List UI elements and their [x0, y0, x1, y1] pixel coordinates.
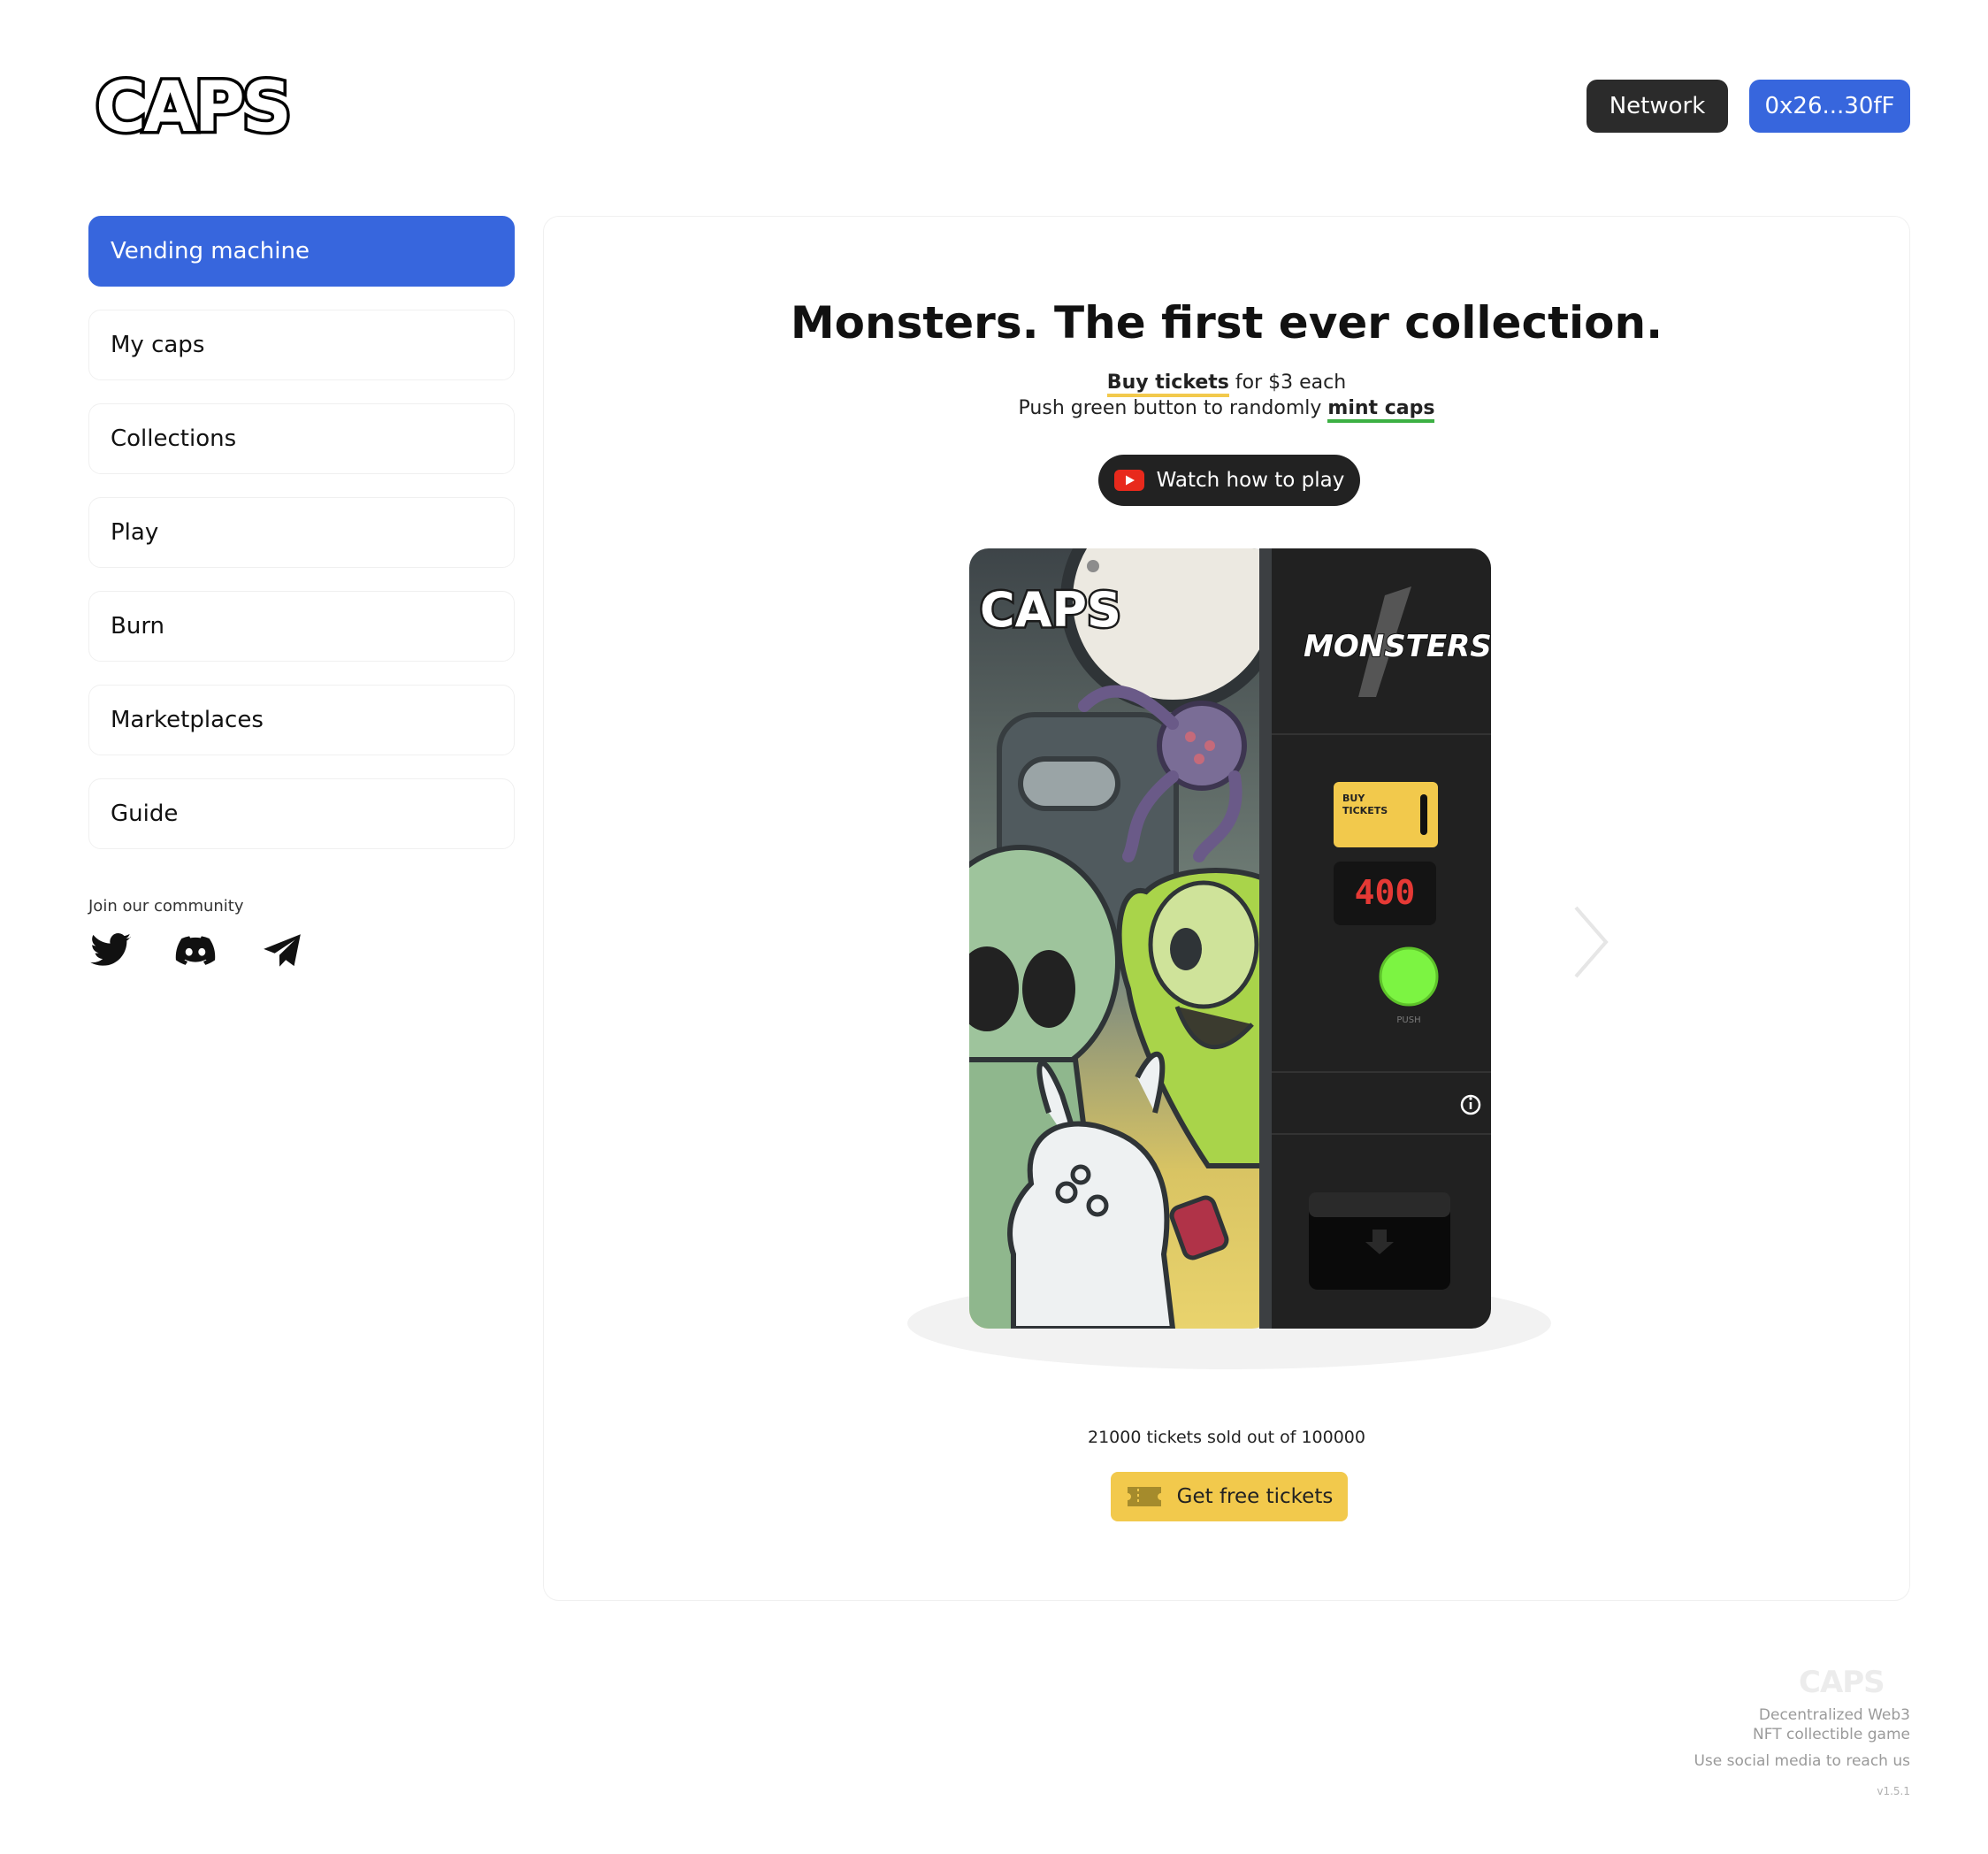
sidebar-item-label: Marketplaces	[111, 707, 264, 733]
mint-caps-link[interactable]: mint caps	[1327, 397, 1435, 423]
push-button	[1379, 946, 1439, 1007]
caps-logo[interactable]: CAPS	[88, 67, 363, 147]
telegram-icon[interactable]	[260, 929, 304, 973]
machine-brand-text: CAPS	[980, 582, 1121, 638]
youtube-icon	[1113, 470, 1144, 491]
sidebar-item-collections[interactable]: Collections	[88, 403, 515, 474]
sidebar-item-marketplaces[interactable]: Marketplaces	[88, 685, 515, 755]
sidebar-item-vending-machine[interactable]: Vending machine	[88, 216, 515, 287]
sidebar-item-my-caps[interactable]: My caps	[88, 310, 515, 380]
get-free-tickets-button[interactable]: Get free tickets	[1111, 1472, 1348, 1521]
sidebar-item-guide[interactable]: Guide	[88, 778, 515, 849]
watch-how-to-play-button[interactable]: Watch how to play	[1098, 455, 1360, 506]
buy-tickets-link[interactable]: Buy tickets	[1106, 372, 1229, 397]
footer-tagline-2: NFT collectible game	[1753, 1726, 1910, 1743]
footer-tagline-1: Decentralized Web3	[1758, 1706, 1910, 1724]
sidebar-item-label: Play	[111, 519, 159, 546]
price-text: for $3 each	[1228, 372, 1347, 394]
vending-machine: CAPS MONSTERS BUY TICKETS 400 PUSH	[907, 548, 1551, 1369]
svg-text:CAPS: CAPS	[96, 68, 289, 147]
machine-collection-text: MONSTERS	[1304, 629, 1492, 664]
svg-text:TICKETS: TICKETS	[1342, 805, 1388, 816]
svg-text:BUY: BUY	[1342, 793, 1365, 804]
sidebar-item-label: My caps	[111, 332, 205, 358]
footer-contact: Use social media to reach us	[1694, 1752, 1910, 1770]
footer-tagline: Decentralized Web3 NFT collectible game	[1753, 1705, 1910, 1744]
svg-text:CAPS: CAPS	[1799, 1665, 1885, 1698]
push-instruction-text: Push green button to randomly	[1018, 397, 1328, 419]
sidebar-item-label: Vending machine	[111, 238, 310, 264]
footer-version: v1.5.1	[1877, 1785, 1910, 1797]
machine-window: CAPS	[969, 548, 1272, 1329]
tickets-sold-text: 21000 tickets sold out of 100000	[1087, 1428, 1365, 1447]
free-tickets-label: Get free tickets	[1176, 1485, 1334, 1508]
footer-logo: CAPS	[1799, 1665, 1885, 1698]
community-label: Join our community	[88, 897, 244, 916]
twitter-icon[interactable]	[88, 929, 133, 973]
svg-text:PUSH: PUSH	[1396, 1015, 1420, 1025]
sidebar-item-label: Burn	[111, 613, 165, 640]
mint-caps-line: Push green button to randomly mint caps	[543, 397, 1910, 423]
sidebar-item-label: Guide	[111, 801, 179, 827]
network-button[interactable]: Network	[1587, 80, 1728, 133]
watch-label: Watch how to play	[1156, 469, 1345, 492]
sidebar-item-play[interactable]: Play	[88, 497, 515, 568]
discord-icon[interactable]	[173, 929, 218, 973]
ticket-icon	[1127, 1487, 1161, 1506]
sidebar-item-burn[interactable]: Burn	[88, 591, 515, 662]
ticket-counter: 400	[1355, 873, 1416, 912]
page-title: Monsters. The first ever collection.	[790, 297, 1663, 349]
chevron-right-icon[interactable]	[1569, 902, 1613, 982]
wallet-button[interactable]: 0x26...30fF	[1749, 80, 1910, 133]
buy-tickets-line: Buy tickets for $3 each	[543, 372, 1910, 397]
sidebar-item-label: Collections	[111, 425, 237, 452]
